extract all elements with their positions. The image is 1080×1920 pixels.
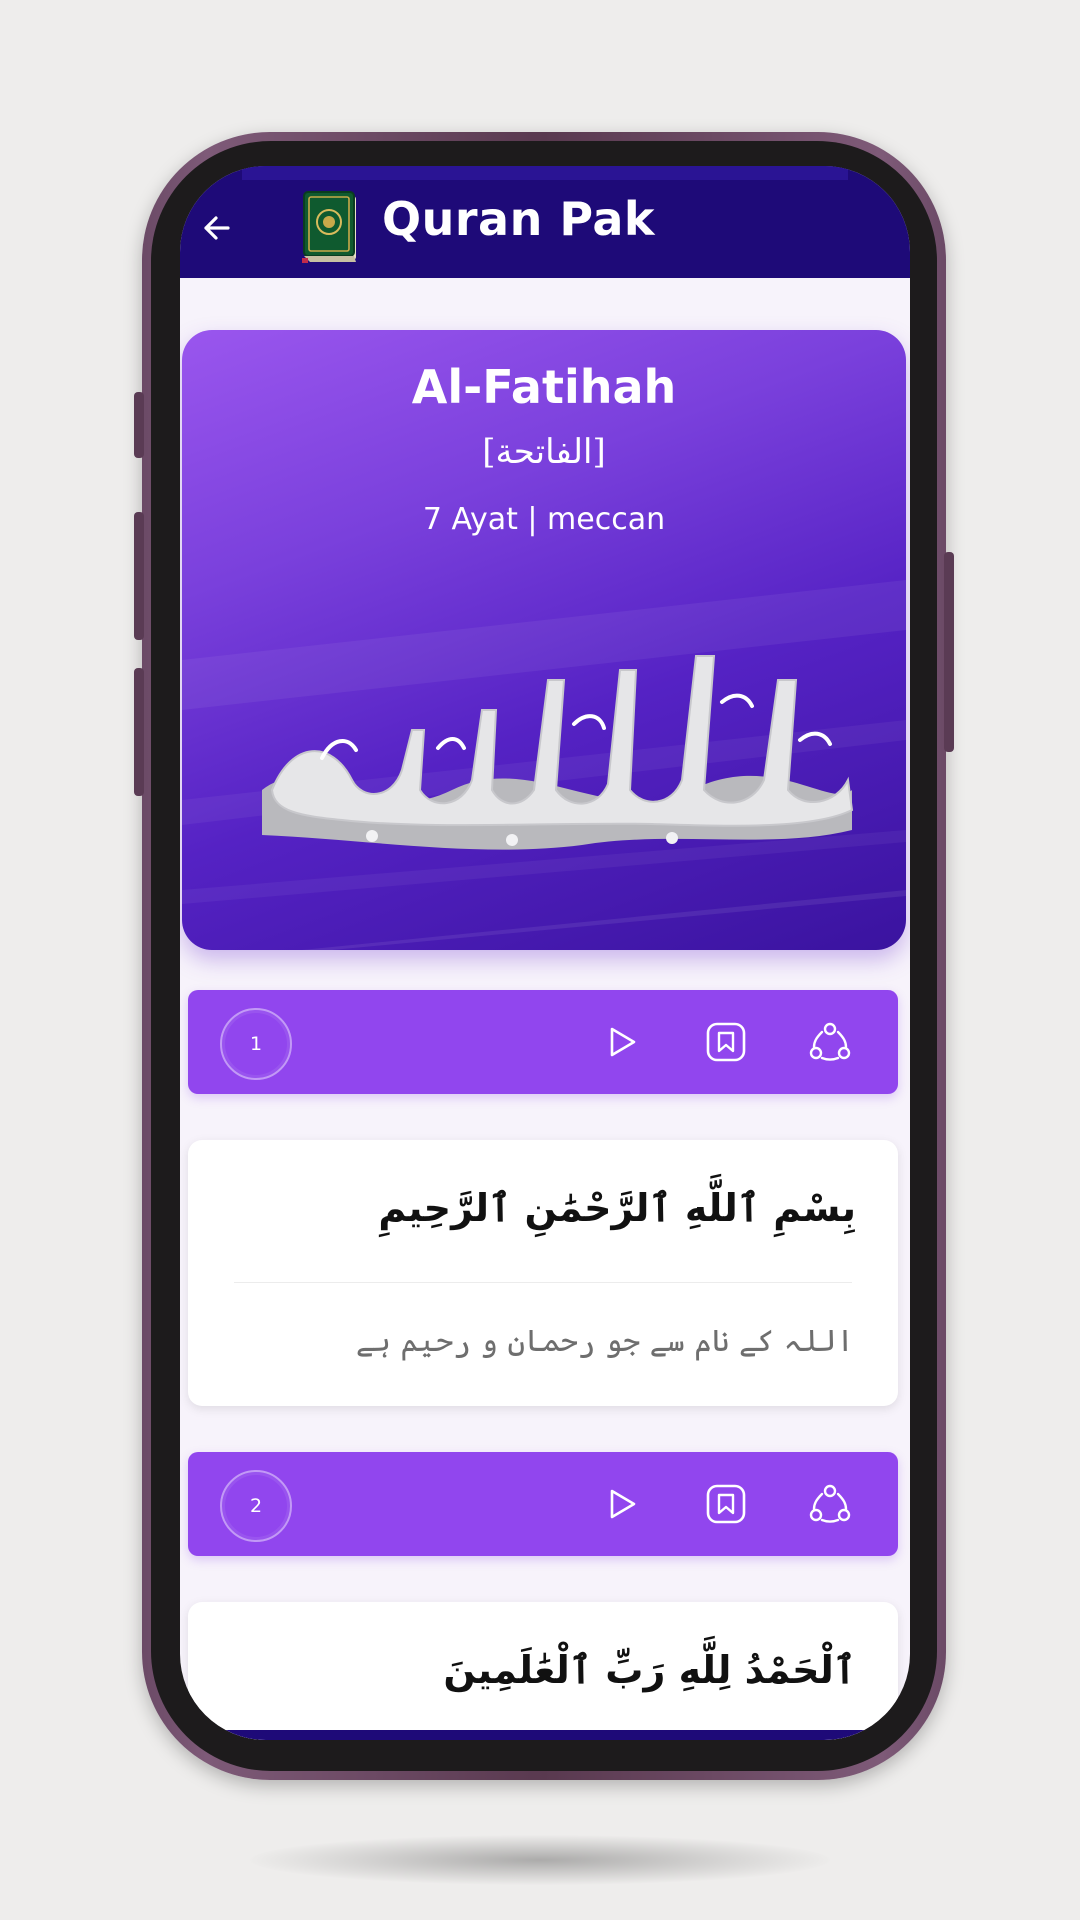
side-button-right — [944, 552, 954, 752]
arrow-left-icon — [204, 216, 230, 240]
back-button[interactable] — [194, 206, 238, 250]
surah-name: Al-Fatihah — [411, 360, 677, 414]
play-button[interactable] — [600, 1020, 644, 1064]
ayah-1-card: بِسْمِ ٱللَّهِ ٱلرَّحْمَٰنِ ٱلرَّحِيمِ ا… — [188, 1140, 898, 1406]
ayah-1-toolbar: 1 — [188, 990, 898, 1094]
play-icon — [610, 1489, 636, 1519]
app-title: Quran Pak — [382, 192, 655, 246]
stage: Quran Pak Al-Fatihah [الفاتحة] 7 Ayat | … — [0, 0, 1080, 1920]
ayah-arabic-text: ٱلْحَمْدُ لِلَّهِ رَبِّ ٱلْعَٰلَمِينَ — [443, 1648, 856, 1692]
share-icon — [809, 1484, 851, 1523]
bookmark-icon — [706, 1484, 746, 1524]
ayah-2-toolbar: 2 — [188, 1452, 898, 1556]
play-icon — [610, 1027, 636, 1057]
surah-meta: 7 Ayat | meccan — [422, 502, 666, 537]
ayah-number-badge: 2 — [220, 1470, 292, 1542]
play-button[interactable] — [600, 1482, 644, 1526]
ayah-translation: اللہ کے نام سے جو رحمان و رحیم ہے — [355, 1324, 854, 1359]
quran-book-icon — [302, 191, 356, 263]
bookmark-icon — [706, 1022, 746, 1062]
ayah-arabic-text: بِسْمِ ٱللَّهِ ٱلرَّحْمَٰنِ ٱلرَّحِيمِ — [378, 1186, 856, 1230]
floor-shadow — [250, 1835, 830, 1885]
share-icon — [809, 1022, 851, 1061]
bookmark-button[interactable] — [704, 1020, 748, 1064]
ayah-divider — [234, 1282, 852, 1283]
side-button-left-2 — [134, 512, 144, 640]
surah-arabic-name: [الفاتحة] — [482, 432, 606, 472]
bismillah-calligraphy — [262, 655, 854, 850]
share-button[interactable] — [808, 1020, 852, 1064]
bookmark-button[interactable] — [704, 1482, 748, 1526]
side-button-left-3 — [134, 668, 144, 796]
surah-header-card: Al-Fatihah [الفاتحة] 7 Ayat | meccan — [182, 330, 906, 950]
side-button-left-1 — [134, 392, 144, 458]
ayah-2-card: ٱلْحَمْدُ لِلَّهِ رَبِّ ٱلْعَٰلَمِينَ — [188, 1602, 898, 1740]
screen-bottom-bar — [180, 1730, 910, 1740]
app-bar: Quran Pak — [180, 166, 910, 278]
phone-screen: Quran Pak Al-Fatihah [الفاتحة] 7 Ayat | … — [180, 166, 910, 1740]
share-button[interactable] — [808, 1482, 852, 1526]
ayah-number-badge: 1 — [220, 1008, 292, 1080]
